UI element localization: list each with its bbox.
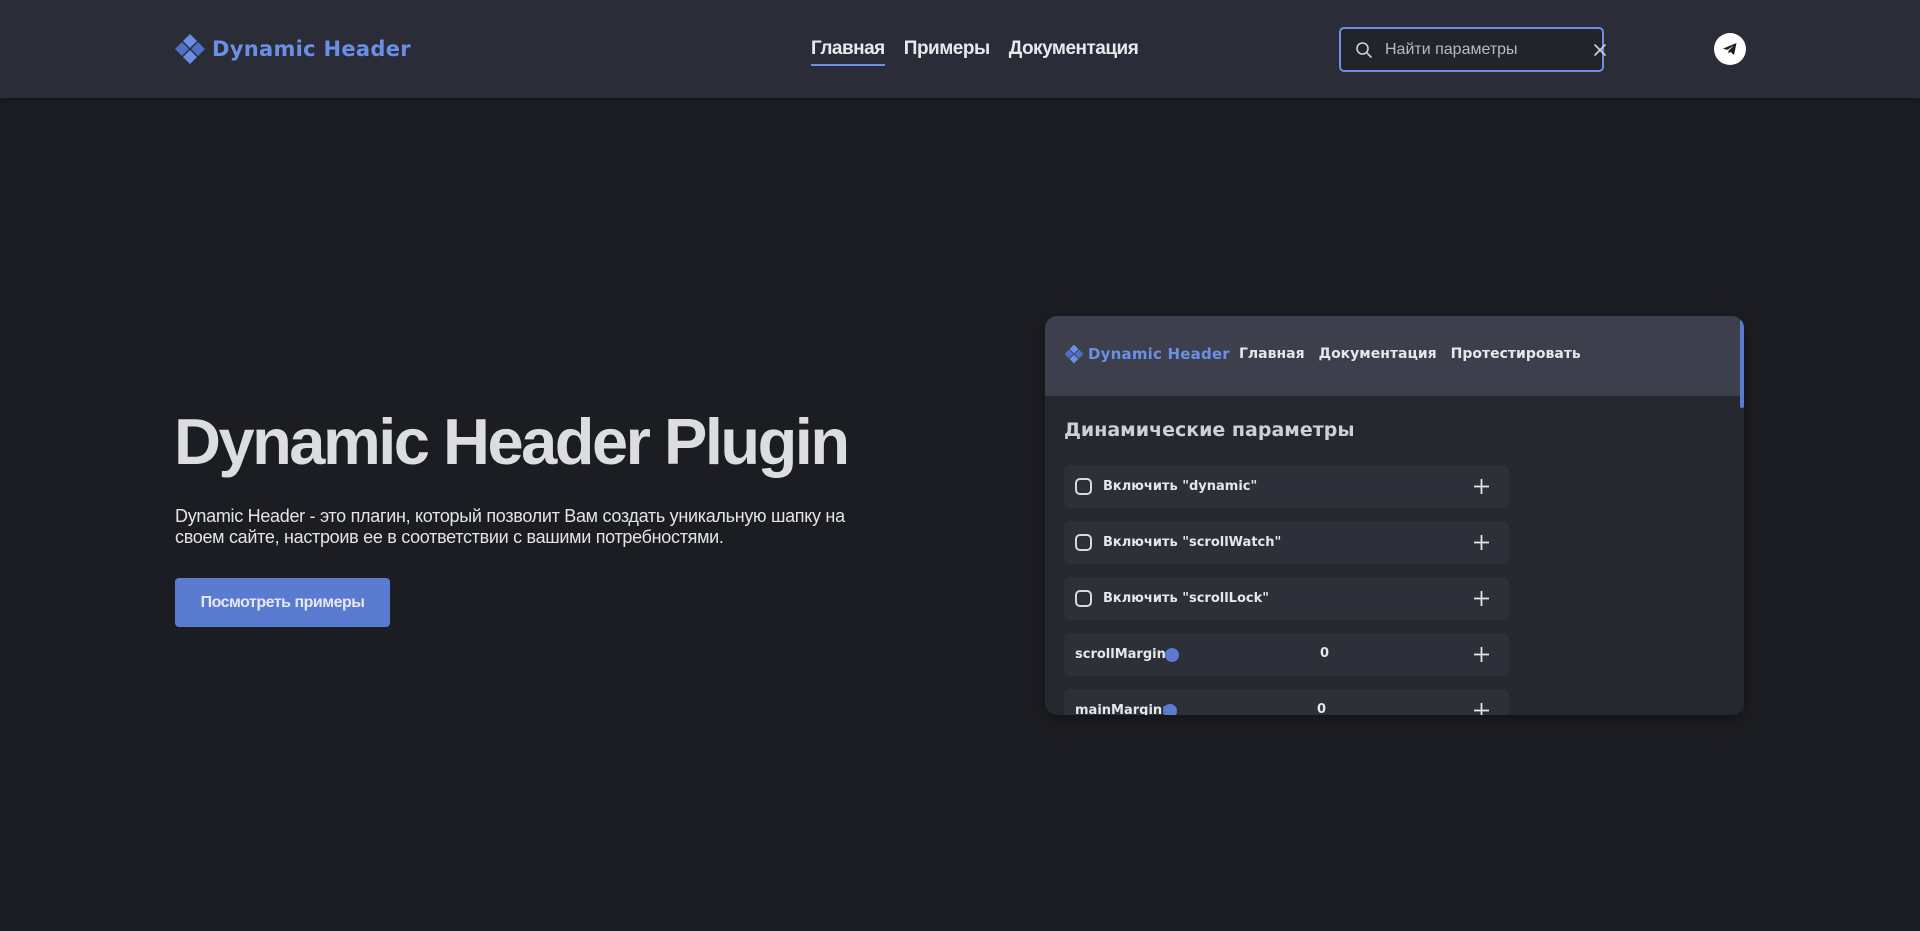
site-header: Dynamic Header Главная Примеры Документа…: [0, 0, 1920, 98]
nav-item-examples[interactable]: Примеры: [904, 38, 990, 64]
hero-description: Dynamic Header - это плагин, который поз…: [175, 506, 845, 547]
plus-icon[interactable]: [1473, 702, 1490, 715]
main-nav: Главная Примеры Документация: [811, 38, 1139, 66]
option-label: Включить "scrollLock": [1103, 591, 1270, 606]
logo-mark-icon: [1064, 344, 1084, 364]
site-logo[interactable]: Dynamic Header: [174, 33, 411, 65]
preview-nav: Главная Документация Протестировать: [1239, 346, 1581, 362]
checkbox[interactable]: [1075, 534, 1092, 551]
preview-nav-test[interactable]: Протестировать: [1451, 346, 1581, 362]
telegram-link[interactable]: [1714, 33, 1746, 65]
option-scrollwatch: Включить "scrollWatch": [1064, 521, 1509, 564]
plus-icon[interactable]: [1473, 646, 1490, 663]
option-label: Включить "scrollWatch": [1103, 535, 1282, 550]
option-mainmargin: mainMargin: 0: [1064, 689, 1509, 715]
slider-knob[interactable]: [1163, 703, 1177, 715]
telegram-icon: [1723, 43, 1737, 55]
nav-item-docs[interactable]: Документация: [1009, 38, 1139, 64]
slider-knob[interactable]: [1165, 647, 1179, 662]
option-label: scrollMargin:: [1075, 647, 1172, 662]
preview-header: Dynamic Header Главная Документация Прот…: [1045, 316, 1744, 396]
preview-section-title: Динамические параметры: [1064, 419, 1355, 441]
preview-scrollbar[interactable]: [1740, 320, 1744, 408]
clear-search-icon[interactable]: [1592, 42, 1608, 58]
slider-value: 0: [1320, 646, 1330, 661]
search-icon: [1356, 41, 1372, 58]
view-examples-button[interactable]: Посмотреть примеры: [175, 578, 390, 627]
search-input[interactable]: [1385, 40, 1592, 59]
preview-nav-docs[interactable]: Документация: [1319, 346, 1437, 362]
logo-mark-icon: [175, 34, 205, 64]
plus-icon[interactable]: [1473, 478, 1490, 495]
option-dynamic: Включить "dynamic": [1064, 465, 1509, 508]
option-scrollmargin: scrollMargin: 0: [1064, 633, 1509, 676]
plugin-preview: Dynamic Header Главная Документация Прот…: [1045, 316, 1744, 715]
nav-item-home[interactable]: Главная: [811, 38, 885, 66]
preview-nav-home[interactable]: Главная: [1239, 346, 1305, 362]
option-scrolllock: Включить "scrollLock": [1064, 577, 1509, 620]
checkbox[interactable]: [1075, 590, 1092, 607]
preview-logo-text: Dynamic Header: [1088, 345, 1230, 363]
preview-logo[interactable]: Dynamic Header: [1064, 344, 1230, 364]
plus-icon[interactable]: [1473, 590, 1490, 607]
checkbox[interactable]: [1075, 478, 1092, 495]
plus-icon[interactable]: [1473, 534, 1490, 551]
option-label: mainMargin:: [1075, 703, 1168, 715]
logo-text: Dynamic Header: [212, 37, 411, 61]
slider-value: 0: [1317, 702, 1327, 715]
option-label: Включить "dynamic": [1103, 479, 1258, 494]
hero-title: Dynamic Header Plugin: [174, 405, 850, 478]
search-box: [1339, 27, 1606, 72]
